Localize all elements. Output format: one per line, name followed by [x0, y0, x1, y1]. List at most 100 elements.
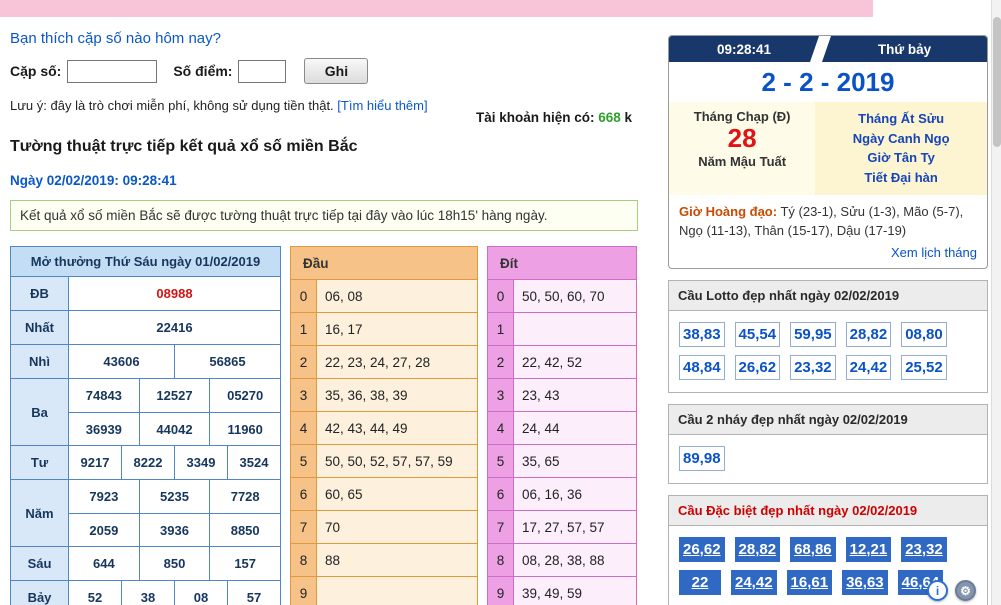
- digit-cell: 8: [488, 544, 514, 576]
- lunar-panel: Tháng Chạp (Đ) 28 Năm Mậu Tuất Tháng Ất …: [669, 102, 987, 195]
- pair-input[interactable]: [67, 60, 157, 83]
- prize-value: 5235: [139, 480, 210, 513]
- floating-widgets: i ⚙: [927, 580, 976, 601]
- prize-value: 57: [227, 581, 280, 605]
- dit-table: Đít 050, 50, 60, 70 1 222, 42, 52 323, 4…: [487, 246, 637, 605]
- points-label: Số điểm:: [173, 63, 232, 79]
- digit-values: 60, 65: [317, 478, 477, 510]
- info-icon[interactable]: i: [927, 580, 948, 601]
- dacbiet-number-chip[interactable]: 24,42: [731, 570, 777, 595]
- prize-value: 8850: [209, 514, 280, 546]
- dacbiet-number-chip[interactable]: 12,21: [846, 537, 892, 562]
- prize-row-db: ĐB 08988: [11, 277, 280, 311]
- digit-values: 23, 43: [514, 379, 636, 411]
- digit-row: 9: [291, 577, 477, 605]
- prize-value: 644: [69, 547, 139, 580]
- lotto-number-chip[interactable]: 25,52: [901, 355, 947, 380]
- prize-value: 11960: [209, 413, 280, 445]
- balance-label: Tài khoản hiện có:: [476, 110, 598, 125]
- lunar-right: Tháng Ất Sửu Ngày Canh Ngọ Giờ Tân Ty Ti…: [815, 102, 987, 195]
- dacbiet-number-chip[interactable]: 22: [679, 570, 721, 595]
- solar-date: 2 - 2 - 2019: [669, 62, 987, 102]
- prize-value: 2059: [69, 514, 139, 546]
- prize-row-sau: Sáu 644 850 157: [11, 547, 280, 581]
- digit-cell: 0: [291, 280, 317, 312]
- lotto-number-chip[interactable]: 08,80: [901, 322, 947, 347]
- dacbiet-number-chip[interactable]: 28,82: [735, 537, 781, 562]
- digit-row: 116, 17: [291, 313, 477, 346]
- digit-cell: 1: [488, 313, 514, 345]
- ad-banner: [0, 0, 873, 17]
- digit-values: 88: [317, 544, 477, 576]
- lotto-number-chip[interactable]: 24,42: [846, 355, 892, 380]
- prize-row-nhi: Nhì 43606 56865: [11, 345, 280, 379]
- page-title: Tường thuật trực tiếp kết quả xổ số miền…: [10, 138, 357, 156]
- prize-value: 36939: [69, 413, 139, 445]
- lotto-number-chip[interactable]: 23,32: [790, 355, 836, 380]
- settings-icon[interactable]: ⚙: [955, 580, 976, 601]
- sidebar: 09:28:41 Thứ bảy 2 - 2 - 2019 Tháng Chạp…: [668, 35, 988, 605]
- dacbiet-number-chip[interactable]: 68,86: [790, 537, 836, 562]
- digit-row: 550, 50, 52, 57, 57, 59: [291, 445, 477, 478]
- prize-value: 22416: [69, 311, 280, 344]
- clock-weekday: Thứ bảy: [822, 36, 987, 62]
- digit-values: [514, 313, 636, 345]
- 2nhay-number-chip[interactable]: 89,98: [679, 446, 725, 471]
- pair-label: Cặp số:: [10, 63, 61, 79]
- digit-cell: 0: [488, 280, 514, 312]
- prize-label: Tư: [11, 446, 69, 479]
- prize-row-ba: Ba 74843 12527 05270 36939 44042 11960: [11, 379, 280, 446]
- dacbiet-number-chip[interactable]: 16,61: [787, 570, 833, 595]
- lotto-number-chip[interactable]: 45,54: [735, 322, 781, 347]
- prize-value: 8222: [121, 446, 174, 479]
- cau-2nhay-numbers: 89,98: [669, 435, 987, 483]
- digit-row: 442, 43, 44, 49: [291, 412, 477, 445]
- submit-button[interactable]: Ghi: [304, 58, 368, 84]
- digit-row: 888: [291, 544, 477, 577]
- points-input[interactable]: [238, 60, 286, 83]
- prize-value: 9217: [69, 446, 121, 479]
- digit-values: 50, 50, 52, 57, 57, 59: [317, 445, 477, 477]
- digit-row: 660, 65: [291, 478, 477, 511]
- prize-value: 7923: [69, 480, 139, 513]
- dacbiet-number-chip[interactable]: 36,63: [842, 570, 888, 595]
- lunar-line: Tiết Đại hàn: [815, 168, 987, 188]
- digit-values: 35, 65: [514, 445, 636, 477]
- vertical-scrollbar[interactable]: [991, 0, 1001, 605]
- dit-table-title: Đít: [488, 247, 636, 280]
- digit-values: 16, 17: [317, 313, 477, 345]
- prize-label: Ba: [11, 379, 69, 445]
- prize-label: ĐB: [11, 277, 69, 310]
- prize-row-nhat: Nhất 22416: [11, 311, 280, 345]
- note-line: Lưu ý: đây là trò chơi miễn phí, không s…: [10, 98, 428, 113]
- lunar-left: Tháng Chạp (Đ) 28 Năm Mậu Tuất: [669, 102, 815, 195]
- learn-more-link[interactable]: [Tìm hiểu thêm]: [337, 98, 427, 113]
- digit-cell: 2: [291, 346, 317, 378]
- lotto-number-chip[interactable]: 26,62: [735, 355, 781, 380]
- lunar-month: Tháng Chạp (Đ): [669, 109, 815, 124]
- prize-value: 43606: [69, 345, 174, 378]
- dacbiet-number-chip[interactable]: 23,32: [901, 537, 947, 562]
- digit-cell: 1: [291, 313, 317, 345]
- lotto-number-chip[interactable]: 38,83: [679, 322, 725, 347]
- lotto-number-chip[interactable]: 59,95: [790, 322, 836, 347]
- scrollbar-thumb[interactable]: [993, 17, 1001, 147]
- digit-row: 770: [291, 511, 477, 544]
- digit-row: 808, 28, 38, 88: [488, 544, 636, 577]
- digit-cell: 2: [488, 346, 514, 378]
- lotto-number-chip[interactable]: 48,84: [679, 355, 725, 380]
- dau-table-title: Đầu: [291, 247, 477, 280]
- prize-label: Năm: [11, 480, 69, 546]
- prize-value: 08: [174, 581, 227, 605]
- lotto-number-chip[interactable]: 28,82: [846, 322, 892, 347]
- digit-values: 50, 50, 60, 70: [514, 280, 636, 312]
- cau-lotto-title: Cầu Lotto đẹp nhất ngày 02/02/2019: [669, 281, 987, 311]
- prize-row-bay: Bảy 52 38 08 57: [11, 581, 280, 605]
- prize-value: 3936: [139, 514, 210, 546]
- digit-values: 06, 08: [317, 280, 477, 312]
- date-line: Ngày 02/02/2019: 09:28:41: [10, 173, 177, 188]
- view-month-calendar-link[interactable]: Xem lịch tháng: [891, 245, 977, 260]
- prize-value: 44042: [139, 413, 210, 445]
- dacbiet-number-chip[interactable]: 26,62: [679, 537, 725, 562]
- note-text: Lưu ý: đây là trò chơi miễn phí, không s…: [10, 98, 334, 113]
